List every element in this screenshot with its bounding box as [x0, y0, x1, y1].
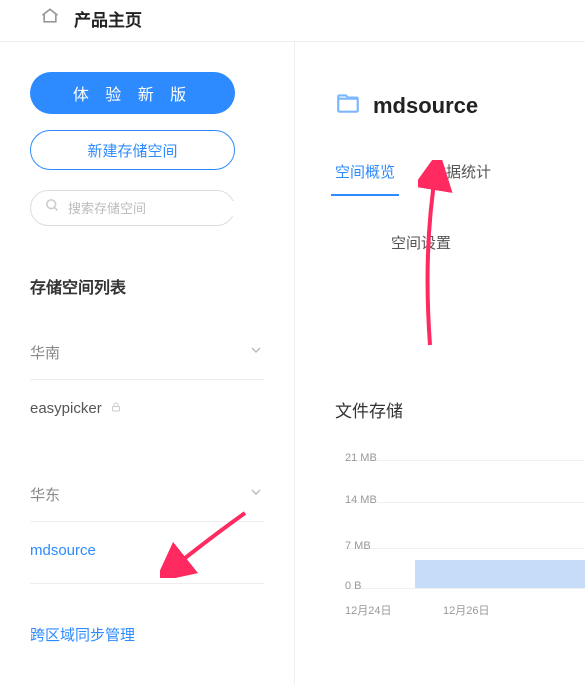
tab-stats[interactable]: 数据统计 — [431, 161, 491, 196]
tab-overview[interactable]: 空间概览 — [335, 161, 395, 196]
tab-label: 数据统计 — [431, 164, 491, 181]
new-bucket-button[interactable]: 新建存储空间 — [30, 130, 235, 170]
main-header: mdsource — [335, 90, 585, 121]
folder-icon — [335, 90, 361, 121]
gridline — [345, 502, 585, 503]
storage-chart: 21 MB 14 MB 7 MB 0 B 12月24日 12月26日 — [345, 452, 585, 602]
region-name-east: 华东 — [30, 484, 60, 505]
search-wrap[interactable] — [30, 190, 235, 226]
bucket-name: mdsource — [30, 542, 96, 559]
tab-settings[interactable]: 空间设置 — [391, 232, 451, 267]
x-tick: 12月26日 — [443, 602, 489, 618]
new-bucket-label: 新建存储空间 — [87, 140, 177, 161]
sync-link[interactable]: 跨区域同步管理 — [30, 624, 264, 645]
gridline — [345, 548, 585, 549]
bucket-name: easypicker — [30, 400, 102, 417]
try-new-button[interactable]: 体 验 新 版 — [30, 72, 235, 114]
lock-icon — [110, 400, 122, 417]
storage-title: 文件存储 — [335, 397, 585, 422]
search-input[interactable] — [68, 201, 244, 216]
chart-bar-area — [415, 560, 585, 588]
region-row-east[interactable]: 华东 — [30, 474, 264, 522]
tabs: 空间概览 数据统计 空间设置 — [335, 161, 585, 267]
gridline — [345, 588, 585, 589]
y-tick: 21 MB — [345, 452, 377, 464]
bucket-item-mdsource[interactable]: mdsource — [30, 522, 264, 584]
page-title: 产品主页 — [74, 6, 142, 31]
tab-label: 空间设置 — [391, 235, 451, 252]
gridline — [345, 460, 585, 461]
x-tick: 12月24日 — [345, 602, 391, 618]
y-tick: 0 B — [345, 580, 362, 592]
tab-label: 空间概览 — [335, 164, 395, 181]
header: 产品主页 — [0, 0, 585, 42]
region-name-south: 华南 — [30, 342, 60, 363]
search-icon — [45, 198, 60, 218]
y-tick: 7 MB — [345, 540, 371, 552]
bucket-item-easypicker[interactable]: easypicker — [30, 380, 264, 438]
main: mdsource 空间概览 数据统计 空间设置 文件存储 21 MB 14 MB… — [295, 42, 585, 685]
sidebar: 体 验 新 版 新建存储空间 存储空间列表 华南 easypicker — [0, 42, 295, 685]
home-icon — [40, 6, 60, 31]
main-title: mdsource — [373, 93, 478, 119]
chevron-down-icon — [248, 342, 264, 363]
y-tick: 14 MB — [345, 494, 377, 506]
region-row-south[interactable]: 华南 — [30, 332, 264, 380]
bucket-list-title: 存储空间列表 — [30, 274, 264, 298]
layout: 体 验 新 版 新建存储空间 存储空间列表 华南 easypicker — [0, 42, 585, 685]
sync-link-label: 跨区域同步管理 — [30, 627, 135, 644]
try-new-label: 体 验 新 版 — [73, 81, 192, 105]
chevron-down-icon — [248, 484, 264, 505]
